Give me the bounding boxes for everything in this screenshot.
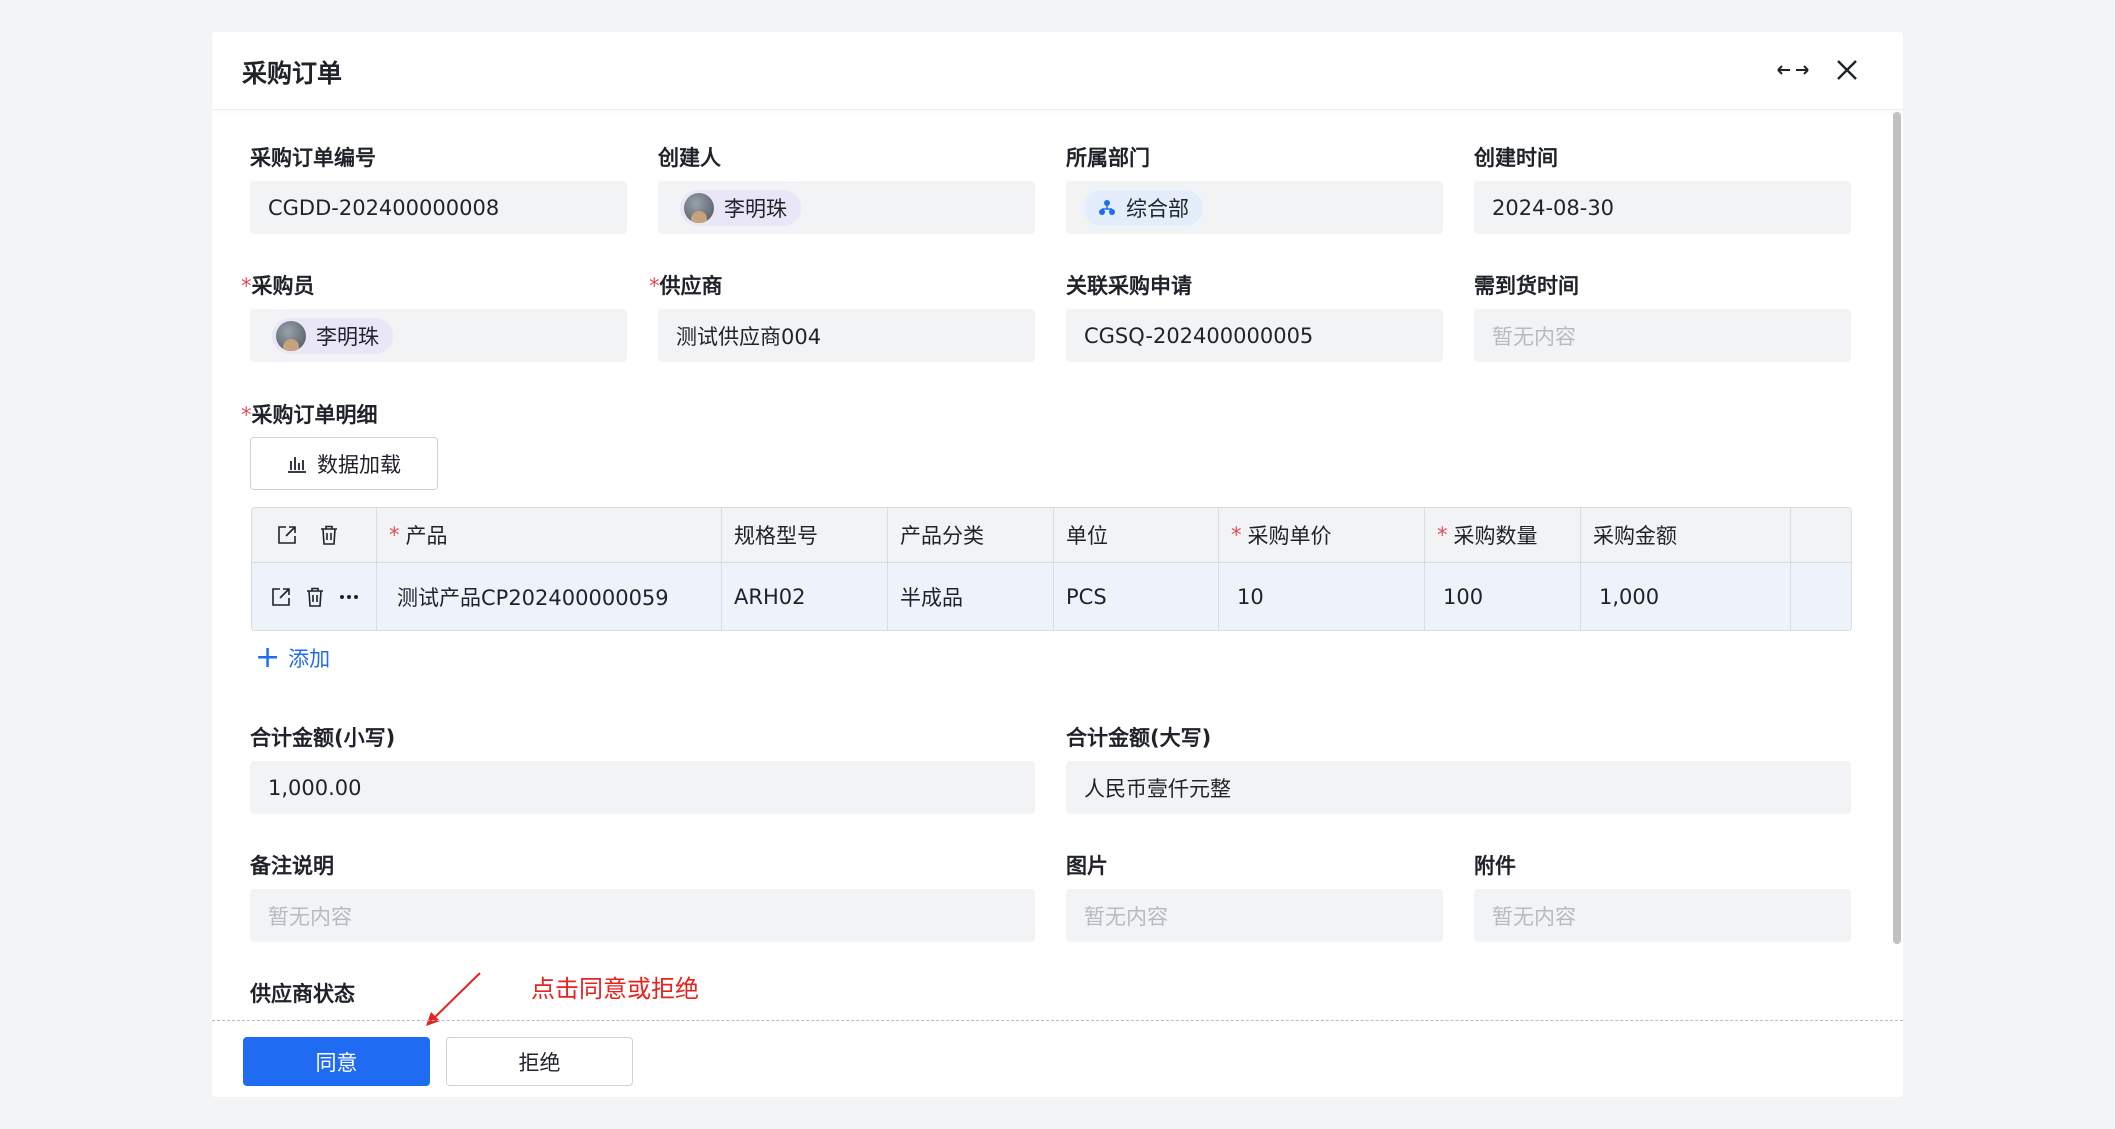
department-tag: 综合部 — [1084, 189, 1203, 226]
details-label: *采购订单明细 — [241, 403, 378, 427]
user-tag: 李明珠 — [272, 317, 393, 354]
bar-chart-icon — [288, 456, 306, 473]
cell-quantity[interactable]: 100 — [1425, 563, 1581, 630]
expand-horizontal-icon[interactable] — [1773, 50, 1813, 90]
row-actions — [252, 563, 377, 630]
avatar — [276, 320, 306, 351]
department-icon — [1099, 199, 1115, 215]
department-field: 综合部 — [1066, 181, 1443, 234]
delivery-time-label: 需到货时间 — [1474, 274, 1579, 298]
cell-price[interactable]: 10 — [1219, 563, 1425, 630]
cell-extra — [1791, 563, 1851, 630]
footer-divider — [212, 1020, 1903, 1021]
image-label: 图片 — [1066, 854, 1108, 878]
order-no-label: 采购订单编号 — [250, 146, 376, 170]
remark-label: 备注说明 — [250, 854, 334, 878]
header-amount: 采购金额 — [1581, 508, 1791, 562]
header-product: * 产品 — [377, 508, 722, 562]
header-price: * 采购单价 — [1219, 508, 1425, 562]
scrollbar-thumb[interactable] — [1893, 112, 1901, 944]
cell-amount[interactable]: 1,000 — [1581, 563, 1791, 630]
buyer-field[interactable]: 李明珠 — [250, 309, 627, 362]
created-at-field: 2024-08-30 — [1474, 181, 1851, 234]
department-label: 所属部门 — [1066, 146, 1150, 170]
header-category: 产品分类 — [888, 508, 1054, 562]
table-header: * 产品 规格型号 产品分类 单位 * 采购单价 * 采购数量 采购金额 — [252, 508, 1851, 563]
more-icon[interactable] — [332, 580, 366, 614]
avatar — [684, 192, 714, 223]
supplier-label: *供应商 — [649, 274, 723, 298]
creator-label: 创建人 — [658, 146, 721, 170]
table-row[interactable]: 测试产品CP202400000059 ARH02 半成品 PCS 10 100 … — [252, 563, 1851, 630]
agree-button[interactable]: 同意 — [243, 1037, 430, 1086]
header-extra — [1791, 508, 1851, 562]
order-detail-table: * 产品 规格型号 产品分类 单位 * 采购单价 * 采购数量 采购金额 测试产品CP… — [251, 507, 1852, 631]
header-spec: 规格型号 — [722, 508, 888, 562]
created-at-label: 创建时间 — [1474, 146, 1558, 170]
attachment-label: 附件 — [1474, 854, 1516, 878]
reject-button[interactable]: 拒绝 — [446, 1037, 633, 1086]
total-big-label: 合计金额(大写) — [1066, 726, 1212, 750]
creator-field: 李明珠 — [658, 181, 1035, 234]
modal-title: 采购订单 — [242, 59, 343, 88]
header-actions — [252, 508, 377, 562]
trash-icon[interactable] — [312, 518, 346, 552]
close-icon[interactable] — [1827, 50, 1867, 90]
annotation-text: 点击同意或拒绝 — [531, 975, 699, 1003]
open-link-icon[interactable] — [264, 580, 298, 614]
total-big-field: 人民币壹仟元整 — [1066, 761, 1851, 814]
header-quantity: * 采购数量 — [1425, 508, 1581, 562]
cell-product[interactable]: 测试产品CP202400000059 — [377, 563, 722, 630]
trash-icon[interactable] — [298, 580, 332, 614]
request-label: 关联采购申请 — [1066, 274, 1192, 298]
cell-spec[interactable]: ARH02 — [722, 563, 888, 630]
supplier-status-label: 供应商状态 — [250, 982, 355, 1006]
order-no-field: CGDD-202400000008 — [250, 181, 627, 234]
cell-unit[interactable]: PCS — [1054, 563, 1219, 630]
attachment-field[interactable]: 暂无内容 — [1474, 889, 1851, 942]
header-unit: 单位 — [1054, 508, 1219, 562]
data-load-button[interactable]: 数据加载 — [250, 437, 438, 490]
plus-icon: + — [255, 640, 281, 675]
modal-header: 采购订单 — [212, 32, 1903, 110]
request-field[interactable]: CGSQ-202400000005 — [1066, 309, 1443, 362]
user-tag: 李明珠 — [680, 189, 801, 226]
remark-field[interactable]: 暂无内容 — [250, 889, 1035, 942]
buyer-label: *采购员 — [241, 274, 315, 298]
total-small-field: 1,000.00 — [250, 761, 1035, 814]
open-link-icon[interactable] — [270, 518, 304, 552]
add-row-link[interactable]: + 添加 — [255, 643, 330, 673]
supplier-field[interactable]: 测试供应商004 — [658, 309, 1035, 362]
total-small-label: 合计金额(小写) — [250, 726, 396, 750]
delivery-time-field[interactable]: 暂无内容 — [1474, 309, 1851, 362]
scrollbar[interactable] — [1891, 112, 1903, 944]
image-field[interactable]: 暂无内容 — [1066, 889, 1443, 942]
cell-category[interactable]: 半成品 — [888, 563, 1054, 630]
